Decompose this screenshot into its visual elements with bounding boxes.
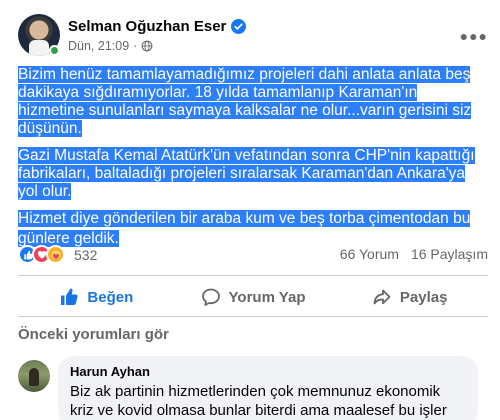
post-paragraph: Gazi Mustafa Kemal Atatürk'ün vefatından… [18, 147, 480, 201]
like-button[interactable]: Beğen [18, 280, 175, 314]
meta-separator: · [133, 39, 138, 53]
view-previous-comments-link[interactable]: Önceki yorumları gör [18, 326, 169, 343]
post-meta: Dün, 21:09 · [68, 39, 153, 53]
commenter-name[interactable]: Harun Ayhan [70, 364, 466, 379]
reactions-summary[interactable]: 532 [18, 245, 97, 264]
post-body[interactable]: Bizim henüz tamamlayamadığımız projeleri… [18, 66, 480, 257]
post-paragraph: Hizmet diye gönderilen bir araba kum ve … [18, 210, 480, 248]
post-stats: 532 66 Yorum 16 Paylaşım [18, 244, 488, 266]
post-header: Selman Oğuzhan Eser Dün, 21:09 · ●●● [18, 14, 488, 58]
commenter-avatar[interactable] [18, 360, 50, 392]
post-paragraph: Bizim henüz tamamlayamadığımız projeleri… [18, 66, 480, 138]
share-arrow-icon [373, 289, 391, 305]
online-status-dot [49, 45, 60, 56]
text-caret [118, 228, 120, 243]
post-paragraph-text: Bizim henüz tamamlayamadığımız projeleri… [18, 66, 472, 137]
share-button[interactable]: Paylaş [331, 280, 488, 314]
comment-count[interactable]: 66 Yorum [340, 246, 399, 262]
comment-button[interactable]: Yorum Yap [175, 280, 332, 314]
engagement-counts: 66 Yorum 16 Paylaşım [340, 246, 488, 262]
post-actions: Beğen Yorum Yap Paylaş [18, 280, 488, 314]
comment-label: Yorum Yap [228, 288, 306, 306]
divider [18, 316, 488, 317]
post-paragraph-text: Gazi Mustafa Kemal Atatürk'ün vefatından… [18, 147, 475, 200]
comment-text: Biz ak partinin hizmetlerinden çok memnu… [70, 383, 447, 419]
share-label: Paylaş [399, 288, 448, 306]
divider [18, 275, 488, 276]
reaction-count: 532 [74, 246, 98, 263]
post-timestamp[interactable]: Dün, 21:09 [68, 39, 129, 53]
like-label: Beğen [87, 288, 134, 306]
globe-icon[interactable] [141, 40, 153, 52]
comment-bubble-icon [201, 288, 220, 306]
comment-bubble: Harun Ayhan Biz ak partinin hizmetlerind… [58, 356, 478, 420]
more-options-icon[interactable]: ●●● [460, 28, 488, 44]
thumbs-up-icon [61, 288, 78, 305]
verified-badge-icon [231, 19, 247, 34]
author-line: Selman Oğuzhan Eser [68, 18, 247, 35]
author-name[interactable]: Selman Oğuzhan Eser [68, 18, 226, 35]
post-paragraph-text: Hizmet diye gönderilen bir araba kum ve … [18, 210, 471, 247]
care-reaction-icon [46, 245, 65, 264]
share-count[interactable]: 16 Paylaşım [411, 246, 488, 262]
